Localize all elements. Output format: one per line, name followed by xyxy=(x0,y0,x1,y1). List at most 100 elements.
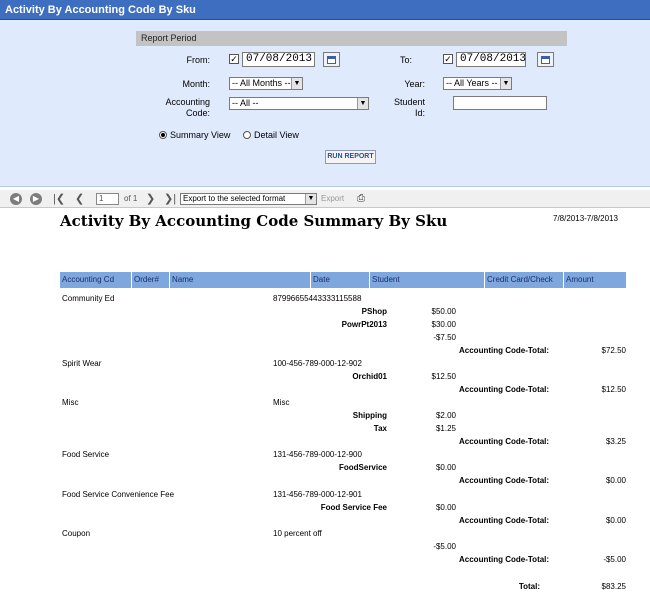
grand-total-amount: $83.25 xyxy=(601,582,626,591)
sku-name: Shipping xyxy=(352,411,387,420)
accounting-code-label: Accounting Code: xyxy=(150,97,210,119)
group-total-amount: $12.50 xyxy=(601,385,626,394)
from-label: From: xyxy=(186,55,211,65)
group-account: 10 percent off xyxy=(273,529,322,538)
sku-amount: $30.00 xyxy=(431,320,456,329)
group-total-amount: $3.25 xyxy=(605,437,626,446)
group-total-amount: $0.00 xyxy=(605,516,626,525)
next-page-icon[interactable]: ❯ xyxy=(146,190,155,208)
group-account: Misc xyxy=(273,398,290,407)
column-header-name: Name xyxy=(170,272,310,288)
group-code: Community Ed xyxy=(62,294,115,303)
calendar-icon xyxy=(541,56,550,64)
calendar-icon xyxy=(327,56,336,64)
student-id-label-line1: Student xyxy=(393,97,425,107)
sku-name: FoodService xyxy=(338,463,387,472)
chevron-down-icon: ▼ xyxy=(500,78,511,89)
grand-total-label: Total: xyxy=(518,582,540,591)
student-id-input[interactable] xyxy=(453,96,547,110)
window-title: Activity By Accounting Code By Sku xyxy=(0,0,650,20)
column-header-amount: Amount xyxy=(564,272,626,288)
column-header-order: Order# xyxy=(132,272,169,288)
to-date-input[interactable]: 07/08/2013 xyxy=(456,52,526,67)
year-label-text: Year: xyxy=(404,79,425,89)
accounting-code-label-line1: Accounting xyxy=(165,97,210,107)
group-total-label: Accounting Code-Total: xyxy=(459,516,550,525)
group-total-label: Accounting Code-Total: xyxy=(459,385,550,394)
group-total-amount: -$5.00 xyxy=(603,555,626,564)
chevron-down-icon: ▼ xyxy=(357,98,368,109)
sku-amount: $2.00 xyxy=(435,411,456,420)
forward-icon[interactable]: ▶ xyxy=(30,193,42,205)
student-id-label: Student Id: xyxy=(385,97,425,119)
sku-amount: $12.50 xyxy=(431,372,456,381)
from-date-input[interactable]: 07/08/2013 xyxy=(242,52,315,67)
report-date-range: 7/8/2013-7/8/2013 xyxy=(553,214,618,223)
sku-amount: $1.25 xyxy=(435,424,456,433)
print-icon[interactable]: ⎙ xyxy=(357,190,365,208)
detail-view-label: Detail View xyxy=(254,130,299,140)
from-calendar-button[interactable] xyxy=(323,52,340,67)
sku-name: Orchid01 xyxy=(352,372,387,381)
month-label: Month: xyxy=(182,79,210,89)
summary-view-radio[interactable] xyxy=(159,131,167,139)
month-select-value: -- All Months -- xyxy=(232,78,291,88)
run-report-button[interactable]: RUN REPORT xyxy=(325,150,376,164)
year-select-value: -- All Years -- xyxy=(446,78,498,88)
sku-amount: -$7.50 xyxy=(433,333,456,342)
group-account: 87996655443333115588 xyxy=(273,294,362,303)
group-code: Spirit Wear xyxy=(62,359,102,368)
chevron-down-icon: ▼ xyxy=(305,194,316,204)
group-code: Misc xyxy=(62,398,79,407)
filter-panel: Report Period From: ✓ 07/08/2013 To: ✓ 0… xyxy=(0,20,650,187)
report-title: Activity By Accounting Code Summary By S… xyxy=(60,212,448,230)
last-page-icon[interactable]: ❯| xyxy=(164,190,176,208)
first-page-icon[interactable]: |❮ xyxy=(53,190,65,208)
group-total-label: Accounting Code-Total: xyxy=(459,346,550,355)
sku-name: PowrPt2013 xyxy=(341,320,387,329)
sku-name: PShop xyxy=(361,307,387,316)
group-total-amount: $0.00 xyxy=(605,476,626,485)
group-code: Food Service Convenience Fee xyxy=(62,490,175,499)
student-id-label-line2: Id: xyxy=(414,108,425,118)
export-button[interactable]: Export xyxy=(321,190,344,208)
group-total-label: Accounting Code-Total: xyxy=(459,476,550,485)
previous-page-icon[interactable]: ❮ xyxy=(75,190,84,208)
from-checkbox[interactable]: ✓ xyxy=(229,54,239,64)
sku-amount: $50.00 xyxy=(431,307,456,316)
to-checkbox[interactable]: ✓ xyxy=(443,54,453,64)
accounting-code-select[interactable]: -- All -- ▼ xyxy=(229,97,369,110)
group-account: 131-456-789-000-12-901 xyxy=(273,490,362,499)
sku-amount: $0.00 xyxy=(435,503,456,512)
column-header-credit-card-check: Credit Card/Check xyxy=(485,272,563,288)
export-format-select[interactable]: Export to the selected format ▼ xyxy=(180,193,317,205)
page-number-input[interactable]: 1 xyxy=(96,193,119,205)
column-header-date: Date xyxy=(311,272,369,288)
group-account: 131-456-789-000-12-900 xyxy=(273,450,362,459)
group-total-amount: $72.50 xyxy=(601,346,626,355)
column-header-student: Student xyxy=(370,272,484,288)
month-select[interactable]: -- All Months -- ▼ xyxy=(229,77,303,90)
report-toolbar: ◀ ▶ |❮ ❮ 1 of 1 ❯ ❯| Export to the selec… xyxy=(0,190,650,208)
report-period-header: Report Period xyxy=(136,31,567,46)
column-header-accounting-cd: Accounting Cd xyxy=(60,272,131,288)
chevron-down-icon: ▼ xyxy=(291,78,302,89)
summary-view-label: Summary View xyxy=(170,130,231,140)
export-format-value: Export to the selected format xyxy=(183,194,286,203)
sku-name: Tax xyxy=(373,424,387,433)
detail-view-radio[interactable] xyxy=(243,131,251,139)
page-count: of 1 xyxy=(124,194,138,203)
back-icon[interactable]: ◀ xyxy=(10,193,22,205)
to-calendar-button[interactable] xyxy=(537,52,554,67)
sku-name: Food Service Fee xyxy=(320,503,387,512)
group-total-label: Accounting Code-Total: xyxy=(459,555,550,564)
accounting-code-label-line2: Code: xyxy=(185,108,210,118)
sku-amount: $0.00 xyxy=(435,463,456,472)
group-code: Food Service xyxy=(62,450,110,459)
to-label: To: xyxy=(399,55,412,65)
sku-amount: -$5.00 xyxy=(433,542,456,551)
group-code: Coupon xyxy=(62,529,91,538)
group-total-label: Accounting Code-Total: xyxy=(459,437,550,446)
year-select[interactable]: -- All Years -- ▼ xyxy=(443,77,512,90)
accounting-code-select-value: -- All -- xyxy=(232,98,259,108)
